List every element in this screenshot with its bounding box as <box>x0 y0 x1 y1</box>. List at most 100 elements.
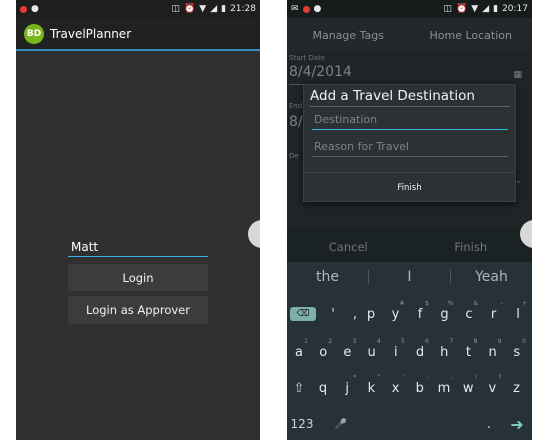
key-label: k <box>367 380 376 396</box>
key-c[interactable]: c & <box>457 300 481 328</box>
shift-key[interactable]: ⇧ <box>287 374 311 402</box>
key-label: j <box>345 380 349 396</box>
key-hint: 0 <box>521 338 526 345</box>
location-pin-icon: ● <box>31 3 39 14</box>
key-label: d <box>415 344 425 360</box>
start-date-value[interactable]: 8/4/2014 <box>289 64 352 80</box>
key-z[interactable]: z <box>505 374 529 402</box>
alarm-icon: ⏰ <box>184 3 196 14</box>
tab-manage-tags[interactable]: Manage Tags <box>287 29 410 42</box>
username-input[interactable] <box>68 237 208 257</box>
tab-home-location[interactable]: Home Location <box>410 29 533 42</box>
dialog-title-divider <box>310 106 510 107</box>
wifi-icon: ▼ <box>471 3 479 14</box>
key-row-3: ⇧ q j * k " x ' b: m; w! v? z <box>287 374 532 402</box>
status-bar: ✉ ● ◫ ⏰ ▼ ◢ ▮ 20:17 <box>287 0 532 18</box>
key-hint: ' <box>402 374 405 381</box>
key-label: v <box>488 380 497 396</box>
key-o[interactable]: o2 <box>311 338 335 366</box>
key-g[interactable]: g% <box>433 300 457 328</box>
key-apostrophe[interactable]: ' <box>321 300 345 328</box>
key-label: y <box>391 306 400 322</box>
enter-key[interactable]: ➜ <box>505 410 529 438</box>
app-title: TravelPlanner <box>50 26 132 41</box>
key-n[interactable]: n9 <box>481 338 505 366</box>
key-h[interactable]: h7 <box>432 338 456 366</box>
key-f[interactable]: f $ <box>408 300 432 328</box>
suggestion-item[interactable]: I <box>369 269 450 285</box>
notification-dot-icon <box>20 5 27 13</box>
login-as-approver-button[interactable]: Login as Approver <box>68 296 208 324</box>
key-x[interactable]: x ' <box>384 374 408 402</box>
suggestion-item[interactable]: the <box>287 269 368 285</box>
key-y[interactable]: y # <box>384 300 408 328</box>
key-label: n <box>488 344 497 360</box>
key-k[interactable]: k " <box>359 374 383 402</box>
key-v[interactable]: v? <box>480 374 504 402</box>
edge-handle[interactable] <box>248 220 260 248</box>
number-mode-key[interactable]: 123 <box>289 410 315 438</box>
key-hint: ! <box>474 374 478 381</box>
app-logo-icon: BD <box>24 23 44 44</box>
status-bar: ● ◫ ⏰ ▼ ◢ ▮ 21:28 <box>16 0 260 18</box>
key-label: e <box>343 344 352 360</box>
key-b[interactable]: b: <box>408 374 432 402</box>
key-hint: 5 <box>400 338 405 345</box>
add-destination-dialog: Add a Travel Destination Finish <box>303 84 516 202</box>
vibrate-icon: ◫ <box>171 3 181 14</box>
key-hint: 8 <box>473 338 478 345</box>
key-hint: + <box>521 300 527 307</box>
key-hint: 3 <box>352 338 357 345</box>
key-hint: # <box>399 300 405 307</box>
description-label: De <box>289 152 299 160</box>
key-u[interactable]: u4 <box>360 338 384 366</box>
key-s[interactable]: s0 <box>505 338 529 366</box>
key-j[interactable]: j * <box>335 374 359 402</box>
key-p[interactable]: p <box>359 300 383 328</box>
key-r[interactable]: r- <box>482 300 506 328</box>
key-label: r <box>490 306 497 322</box>
key-label: x <box>391 380 400 396</box>
key-i[interactable]: i5 <box>384 338 408 366</box>
key-label: s <box>513 344 521 360</box>
key-t[interactable]: t8 <box>456 338 480 366</box>
delete-key[interactable]: ⌫ <box>290 307 316 321</box>
wifi-icon: ▼ <box>199 3 207 14</box>
notification-dot-icon <box>302 5 310 13</box>
key-row-1: ⌫ ' , p y # f $ g% c & r - l + <box>287 300 532 328</box>
key-label: p <box>366 306 376 322</box>
key-m[interactable]: m; <box>432 374 456 402</box>
suggestion-item[interactable]: Yeah <box>451 269 532 285</box>
key-q[interactable]: q <box>311 374 335 402</box>
destination-input[interactable] <box>312 110 508 130</box>
key-label: f <box>417 306 423 322</box>
key-label: i <box>393 344 398 360</box>
key-hint: & <box>473 300 478 307</box>
alarm-icon: ⏰ <box>456 3 468 14</box>
key-label: u <box>367 344 376 360</box>
calendar-icon[interactable]: ▦ <box>513 70 522 80</box>
action-bar: BD TravelPlanner <box>16 18 260 51</box>
key-a[interactable]: a1 <box>287 338 311 366</box>
login-button[interactable]: Login <box>68 264 208 291</box>
microphone-icon[interactable]: 🎤 <box>329 410 353 438</box>
dialog-finish-button[interactable]: Finish <box>304 173 515 202</box>
cancel-button[interactable]: Cancel <box>287 240 410 254</box>
key-label: t <box>465 344 471 360</box>
key-e[interactable]: e3 <box>335 338 359 366</box>
soft-keyboard: the I Yeah ⌫ ' , p y # f $ g% c & r - l + a1o2e3u4i… <box>287 262 532 440</box>
battery-icon: ▮ <box>493 3 499 14</box>
key-hint: 4 <box>376 338 381 345</box>
end-date-value[interactable]: 8/ <box>289 114 303 130</box>
finish-trip-button[interactable]: Finish <box>410 240 533 254</box>
key-hint: " <box>377 374 381 381</box>
key-l[interactable]: l + <box>506 300 530 328</box>
reason-for-travel-input[interactable] <box>312 137 508 157</box>
key-hint: % <box>447 300 454 307</box>
key-hint: - <box>500 300 503 307</box>
key-period[interactable]: . <box>477 410 501 438</box>
key-label: o <box>319 344 328 360</box>
key-w[interactable]: w! <box>456 374 480 402</box>
location-pin-icon: ● <box>313 3 322 14</box>
key-d[interactable]: d6 <box>408 338 432 366</box>
